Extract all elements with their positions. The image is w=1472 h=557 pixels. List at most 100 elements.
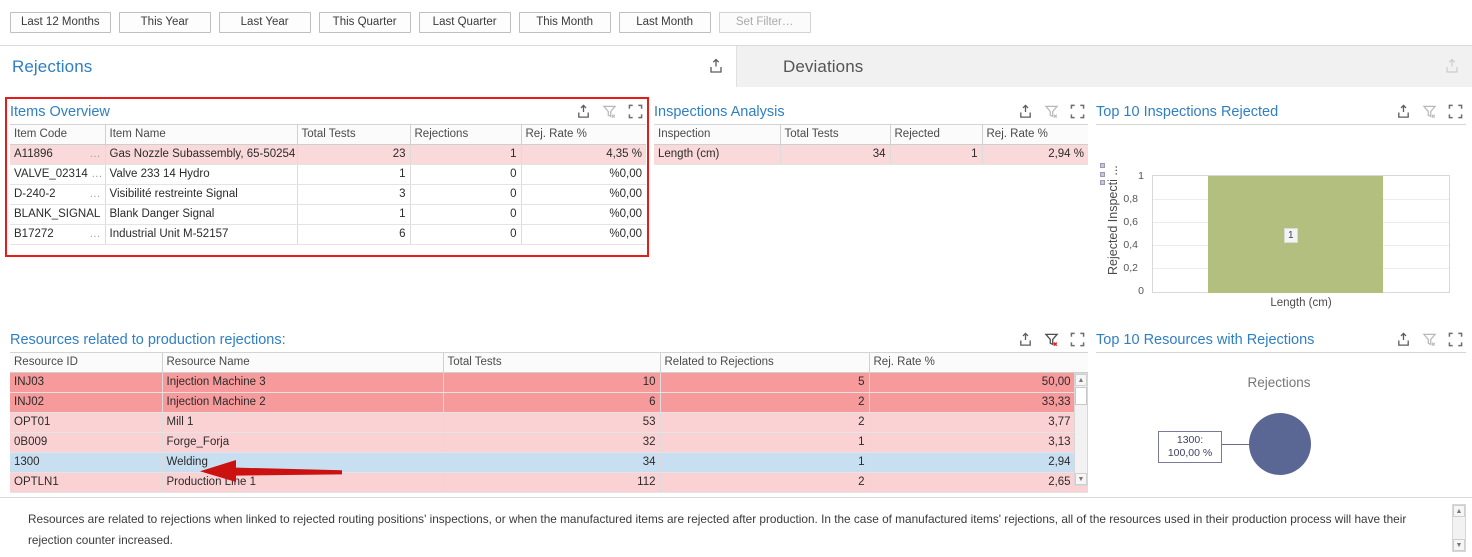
filter-button-this-year[interactable]: This Year bbox=[119, 12, 211, 33]
clear-filter-icon[interactable] bbox=[1044, 332, 1059, 347]
column-header-resource-name[interactable]: Resource Name bbox=[162, 353, 443, 372]
table-row[interactable]: INJ03 Injection Machine 3 10 5 50,00 % bbox=[10, 372, 1088, 392]
table-row-selected[interactable]: 1300 Welding 34 1 2,94 % bbox=[10, 452, 1088, 472]
table-row[interactable]: B17272... Industrial Unit M-52157 6 0 %0… bbox=[10, 224, 646, 244]
item-code-value: A11896 bbox=[14, 148, 53, 160]
table-header-row: Inspection Total Tests Rejected Rej. Rat… bbox=[654, 125, 1088, 144]
table-row[interactable]: A11896... Gas Nozzle Subassembly, 65-502… bbox=[10, 144, 646, 164]
item-code-value: D-240-2 bbox=[14, 188, 56, 200]
inspections-analysis-table[interactable]: Inspection Total Tests Rejected Rej. Rat… bbox=[654, 125, 1088, 165]
resources-vertical-scrollbar[interactable]: ▲ ▼ bbox=[1074, 373, 1088, 486]
cell-item-code[interactable]: A11896... bbox=[10, 144, 105, 164]
item-code-value: BLANK_SIGNAL bbox=[14, 208, 100, 220]
fullscreen-icon[interactable] bbox=[1070, 104, 1085, 119]
table-row[interactable]: 0B009 Forge_Forja 32 1 3,13 % bbox=[10, 432, 1088, 452]
cell-rej-rate: %0,00 bbox=[521, 184, 646, 204]
row-menu-icon[interactable]: ... bbox=[86, 188, 101, 200]
cell-item-code[interactable]: BLANK_SIGNAL... bbox=[10, 204, 105, 224]
filter-button-set-filter[interactable]: Set Filter… bbox=[719, 12, 811, 33]
fullscreen-icon[interactable] bbox=[628, 104, 643, 119]
column-header-rej-rate[interactable]: Rej. Rate % bbox=[869, 353, 1088, 372]
scroll-down-icon[interactable]: ▼ bbox=[1453, 539, 1465, 551]
cell-item-code[interactable]: B17272... bbox=[10, 224, 105, 244]
filter-button-last-quarter[interactable]: Last Quarter bbox=[419, 12, 511, 33]
cell-rej-rate: 2,94 % bbox=[982, 144, 1088, 164]
scroll-up-icon[interactable]: ▲ bbox=[1453, 505, 1465, 517]
export-icon[interactable] bbox=[1396, 104, 1411, 119]
column-header-total-tests[interactable]: Total Tests bbox=[443, 353, 660, 372]
column-header-total-tests[interactable]: Total Tests bbox=[297, 125, 410, 144]
filter-button-this-month[interactable]: This Month bbox=[519, 12, 611, 33]
chart-y-axis-label: Rejected Inspecti ... bbox=[1106, 145, 1120, 275]
column-header-item-name[interactable]: Item Name bbox=[105, 125, 297, 144]
filter-button-last-12-months[interactable]: Last 12 Months bbox=[10, 12, 111, 33]
column-header-item-code[interactable]: Item Code bbox=[10, 125, 105, 144]
clear-filter-icon[interactable] bbox=[1422, 332, 1437, 347]
items-overview-table[interactable]: Item Code Item Name Total Tests Rejectio… bbox=[10, 125, 646, 245]
column-header-inspection[interactable]: Inspection bbox=[654, 125, 780, 144]
resources-table[interactable]: Resource ID Resource Name Total Tests Re… bbox=[10, 353, 1088, 493]
row-menu-icon[interactable]: ... bbox=[88, 168, 103, 180]
table-row[interactable]: INJ02 Injection Machine 2 6 2 33,33 % bbox=[10, 392, 1088, 412]
tab-rejections[interactable]: Rejections bbox=[0, 46, 736, 87]
scrollbar-thumb[interactable] bbox=[1075, 387, 1087, 405]
export-icon[interactable] bbox=[1444, 58, 1460, 74]
table-row[interactable]: OPTLN1 Production Line 1 112 2 2,65 % bbox=[10, 472, 1088, 492]
tab-deviations[interactable]: Deviations bbox=[736, 46, 1472, 87]
clear-filter-icon[interactable] bbox=[1044, 104, 1059, 119]
filter-button-last-year[interactable]: Last Year bbox=[219, 12, 311, 33]
top-resources-chart[interactable]: Rejections 1300: 100,00 % bbox=[1096, 353, 1466, 493]
cell-resource-id: 1300 bbox=[10, 452, 162, 472]
tab-deviations-label: Deviations bbox=[783, 57, 863, 77]
scroll-up-icon[interactable]: ▲ bbox=[1075, 374, 1087, 386]
column-header-rejected[interactable]: Rejected bbox=[890, 125, 982, 144]
cell-rej-rate: 2,94 % bbox=[869, 452, 1088, 472]
fullscreen-icon[interactable] bbox=[1070, 332, 1085, 347]
column-header-related[interactable]: Related to Rejections bbox=[660, 353, 869, 372]
footer-vertical-scrollbar[interactable]: ▲ ▼ bbox=[1452, 504, 1466, 552]
column-header-rej-rate[interactable]: Rej. Rate % bbox=[982, 125, 1088, 144]
cell-total-tests: 112 bbox=[443, 472, 660, 492]
clear-filter-icon[interactable] bbox=[602, 104, 617, 119]
table-row[interactable]: OPT01 Mill 1 53 2 3,77 % bbox=[10, 412, 1088, 432]
fullscreen-icon[interactable] bbox=[1448, 332, 1463, 347]
top-inspections-chart[interactable]: Rejected Inspecti ... 1 0,8 0,6 0,4 0,2 … bbox=[1096, 125, 1466, 315]
export-icon[interactable] bbox=[576, 104, 591, 119]
y-tick-label: 0 bbox=[1120, 285, 1144, 297]
cell-total-tests: 6 bbox=[297, 224, 410, 244]
filter-button-last-month[interactable]: Last Month bbox=[619, 12, 711, 33]
cell-item-code[interactable]: D-240-2... bbox=[10, 184, 105, 204]
fullscreen-icon[interactable] bbox=[1448, 104, 1463, 119]
column-header-rejections[interactable]: Rejections bbox=[410, 125, 521, 144]
table-row[interactable]: D-240-2... Visibilité restreinte Signal … bbox=[10, 184, 646, 204]
chart-x-axis-label: Length (cm) bbox=[1152, 297, 1450, 309]
table-row[interactable]: BLANK_SIGNAL... Blank Danger Signal 1 0 … bbox=[10, 204, 646, 224]
column-header-rej-rate[interactable]: Rej. Rate % bbox=[521, 125, 646, 144]
scroll-down-icon[interactable]: ▼ bbox=[1075, 473, 1087, 485]
cell-resource-id: 0B009 bbox=[10, 432, 162, 452]
cell-rejections: 0 bbox=[410, 184, 521, 204]
table-row[interactable]: VALVE_02314... Valve 233 14 Hydro 1 0 %0… bbox=[10, 164, 646, 184]
top-resources-toolbar bbox=[1396, 332, 1466, 347]
export-icon[interactable] bbox=[1396, 332, 1411, 347]
panel-resources: Resources related to production rejectio… bbox=[10, 327, 1088, 493]
cell-rej-rate: 33,33 % bbox=[869, 392, 1088, 412]
export-icon[interactable] bbox=[1018, 104, 1033, 119]
export-icon[interactable] bbox=[708, 58, 724, 74]
column-header-total-tests[interactable]: Total Tests bbox=[780, 125, 890, 144]
chart-menu-icon[interactable] bbox=[1099, 163, 1106, 185]
clear-filter-icon[interactable] bbox=[1422, 104, 1437, 119]
y-tick-label: 0,8 bbox=[1114, 193, 1138, 205]
cell-item-name: Blank Danger Signal bbox=[105, 204, 297, 224]
column-header-resource-id[interactable]: Resource ID bbox=[10, 353, 162, 372]
chart-bubble[interactable] bbox=[1249, 413, 1311, 475]
row-menu-icon[interactable]: ... bbox=[100, 208, 105, 220]
filter-button-this-quarter[interactable]: This Quarter bbox=[319, 12, 411, 33]
table-row[interactable]: Length (cm) 34 1 2,94 % bbox=[654, 144, 1088, 164]
row-menu-icon[interactable]: ... bbox=[86, 228, 101, 240]
row-menu-icon[interactable]: ... bbox=[86, 148, 101, 160]
export-icon[interactable] bbox=[1018, 332, 1033, 347]
cell-total-tests: 53 bbox=[443, 412, 660, 432]
cell-rejections: 0 bbox=[410, 164, 521, 184]
cell-item-code[interactable]: VALVE_02314... bbox=[10, 164, 105, 184]
